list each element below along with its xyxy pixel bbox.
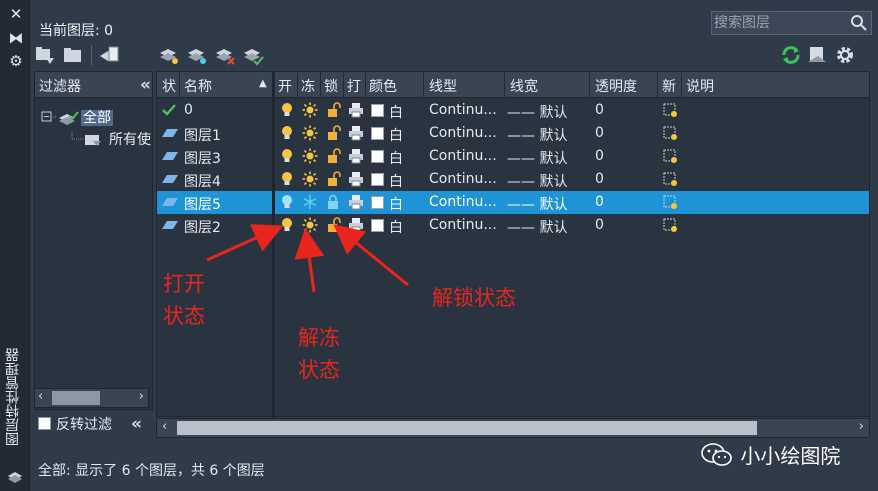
- annotation-thaw-text: 解冻 状态: [298, 326, 340, 382]
- annotation-on-state: 打开 状态: [163, 268, 219, 332]
- annotation-unlock-state: 解锁状态: [432, 282, 542, 314]
- arrow-to-freeze-icon: [294, 228, 325, 293]
- watermark: 小小绘图院: [700, 440, 840, 469]
- annotation-thaw-state: 解冻 状态: [298, 322, 354, 386]
- annotation-arrows: [206, 224, 409, 293]
- arrow-to-lock-icon: [333, 224, 409, 287]
- wechat-icon: [701, 443, 732, 466]
- annotation-unlock-text: 解锁状态: [432, 286, 516, 310]
- watermark-text: 小小绘图院: [740, 444, 841, 468]
- annotation-on-text: 打开 状态: [163, 272, 205, 328]
- arrow-to-on-icon: [206, 224, 284, 262]
